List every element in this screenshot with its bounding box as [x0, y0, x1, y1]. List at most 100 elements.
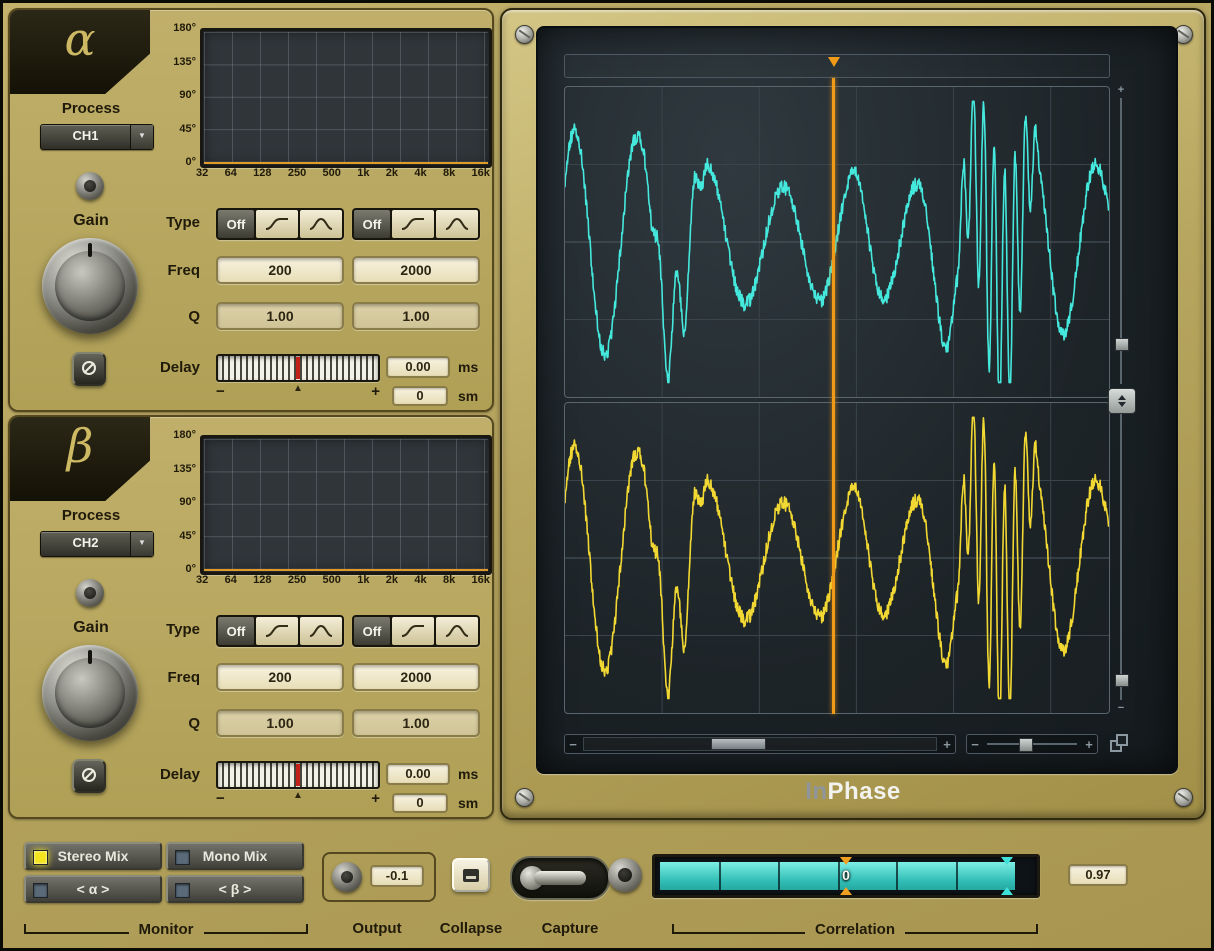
- copy-view-icon[interactable]: [1108, 732, 1132, 756]
- filter1-shelf-button-beta[interactable]: [256, 617, 298, 645]
- filter1-shelf-button-alpha[interactable]: [256, 210, 298, 238]
- y-tick: 135°: [173, 56, 196, 68]
- scrollbar-thumb[interactable]: [711, 738, 766, 750]
- minus-label[interactable]: −: [565, 737, 581, 752]
- x-tick: 500: [323, 574, 341, 586]
- vertical-zoom-slider-ch2[interactable]: + −: [1114, 402, 1128, 712]
- meter-tick: [896, 862, 898, 890]
- waveform-trace-ch1: [565, 87, 1109, 397]
- correlation-value-field[interactable]: 0.97: [1068, 864, 1128, 886]
- minus-label[interactable]: −: [1114, 702, 1128, 714]
- plus-label[interactable]: +: [1114, 84, 1128, 96]
- output-knob[interactable]: [332, 862, 362, 892]
- plus-label[interactable]: +: [939, 737, 955, 752]
- filter1-freq-field-alpha[interactable]: 200: [216, 256, 344, 284]
- timeline-ruler[interactable]: [564, 54, 1110, 78]
- filter2-off-button-beta[interactable]: Off: [354, 617, 390, 645]
- bell-curve-icon: [308, 216, 334, 232]
- filter2-q-field-beta[interactable]: 1.00: [352, 709, 480, 737]
- filter2-off-button-alpha[interactable]: Off: [354, 210, 390, 238]
- delay-samples-field-beta[interactable]: 0: [392, 793, 448, 813]
- minus-label: −: [216, 790, 225, 807]
- phase-invert-button-beta[interactable]: [72, 759, 106, 793]
- playhead-marker-icon[interactable]: [828, 57, 840, 67]
- filter2-freq-field-alpha[interactable]: 2000: [352, 256, 480, 284]
- playhead-cursor-line[interactable]: [832, 78, 835, 714]
- meter-tick: [778, 862, 780, 890]
- correlation-peak-marker: [1001, 887, 1013, 895]
- monitor-alpha-button[interactable]: < α >: [24, 875, 162, 903]
- x-tick: 250: [288, 574, 306, 586]
- graph-y-axis-beta: 180° 135° 90° 45° 0°: [148, 429, 196, 575]
- delay-ms-field-beta[interactable]: 0.00: [386, 763, 450, 785]
- filter1-off-button-beta[interactable]: Off: [218, 617, 254, 645]
- y-tick: 90°: [179, 496, 196, 508]
- capture-lever: [534, 871, 586, 885]
- button-indicator-led: [175, 883, 190, 898]
- sm-unit-label: sm: [458, 388, 478, 404]
- monitor-mono-mix-button[interactable]: Mono Mix: [166, 842, 304, 870]
- x-tick: 128: [253, 167, 271, 179]
- minus-label[interactable]: −: [967, 737, 983, 752]
- channel-section-alpha: α Process CH1 ▼ Gain 180° 135° 90° 45° 0…: [8, 8, 494, 412]
- delay-samples-field-alpha[interactable]: 0: [392, 386, 448, 406]
- waveform-panel-ch1[interactable]: [564, 86, 1110, 398]
- gain-trim-knob-beta[interactable]: [76, 579, 104, 607]
- x-tick: 32: [196, 574, 208, 586]
- freq-label: Freq: [120, 262, 200, 279]
- scrollbar-track[interactable]: [583, 737, 937, 751]
- delay-label: Delay: [110, 766, 200, 783]
- button-label: Mono Mix: [203, 848, 268, 864]
- output-value-field[interactable]: -0.1: [370, 865, 424, 887]
- filter1-q-field-beta[interactable]: 1.00: [216, 709, 344, 737]
- plus-label[interactable]: +: [1081, 737, 1097, 752]
- horizontal-zoom-slider[interactable]: − +: [966, 734, 1098, 754]
- y-tick: 45°: [179, 123, 196, 135]
- filter1-freq-field-beta[interactable]: 200: [216, 663, 344, 691]
- correlation-zero-marker: [840, 857, 852, 865]
- delay-slider-alpha[interactable]: [216, 354, 380, 382]
- slider-thumb[interactable]: [1115, 674, 1129, 687]
- zoom-thumb[interactable]: [1019, 738, 1033, 752]
- zoom-track[interactable]: [987, 743, 1077, 745]
- filter1-bell-button-alpha[interactable]: [300, 210, 342, 238]
- arrow-up-icon[interactable]: [1118, 395, 1126, 400]
- channel-alpha-letter: α: [10, 12, 150, 66]
- correlation-zero-label: 0: [842, 867, 850, 883]
- horizontal-scrollbar[interactable]: − +: [564, 734, 956, 754]
- x-tick: 4k: [414, 167, 426, 179]
- panel-height-spinner[interactable]: [1108, 388, 1136, 414]
- filter2-shelf-button-alpha[interactable]: [392, 210, 434, 238]
- vertical-zoom-slider-ch1[interactable]: + −: [1114, 86, 1128, 396]
- filter2-bell-button-alpha[interactable]: [436, 210, 478, 238]
- filter2-shelf-button-beta[interactable]: [392, 617, 434, 645]
- x-tick: 2k: [386, 574, 398, 586]
- capture-toggle-switch[interactable]: [510, 856, 610, 900]
- capture-button[interactable]: [608, 858, 642, 892]
- process-select-alpha[interactable]: CH1 ▼: [40, 124, 154, 150]
- shelf-curve-icon: [400, 216, 426, 232]
- process-select-beta[interactable]: CH2 ▼: [40, 531, 154, 557]
- filter1-q-field-alpha[interactable]: 1.00: [216, 302, 344, 330]
- button-label: Stereo Mix: [58, 848, 129, 864]
- filter1-bell-button-beta[interactable]: [300, 617, 342, 645]
- monitor-stereo-mix-button[interactable]: Stereo Mix: [24, 842, 162, 870]
- filter2-q-field-alpha[interactable]: 1.00: [352, 302, 480, 330]
- q-label: Q: [120, 308, 200, 325]
- waveform-panel-ch2[interactable]: [564, 402, 1110, 714]
- gain-trim-knob-alpha[interactable]: [76, 172, 104, 200]
- delay-slider-beta[interactable]: [216, 761, 380, 789]
- y-tick: 0°: [185, 563, 196, 575]
- filter2-freq-field-beta[interactable]: 2000: [352, 663, 480, 691]
- collapse-button[interactable]: [452, 858, 490, 892]
- arrow-down-icon[interactable]: [1118, 402, 1126, 407]
- phase-invert-icon: [80, 766, 98, 787]
- filter1-off-button-alpha[interactable]: Off: [218, 210, 254, 238]
- delay-label: Delay: [110, 359, 200, 376]
- filter2-bell-button-beta[interactable]: [436, 617, 478, 645]
- delay-ms-field-alpha[interactable]: 0.00: [386, 356, 450, 378]
- x-tick: 32: [196, 167, 208, 179]
- slider-thumb[interactable]: [1115, 338, 1129, 351]
- phase-invert-button-alpha[interactable]: [72, 352, 106, 386]
- monitor-beta-button[interactable]: < β >: [166, 875, 304, 903]
